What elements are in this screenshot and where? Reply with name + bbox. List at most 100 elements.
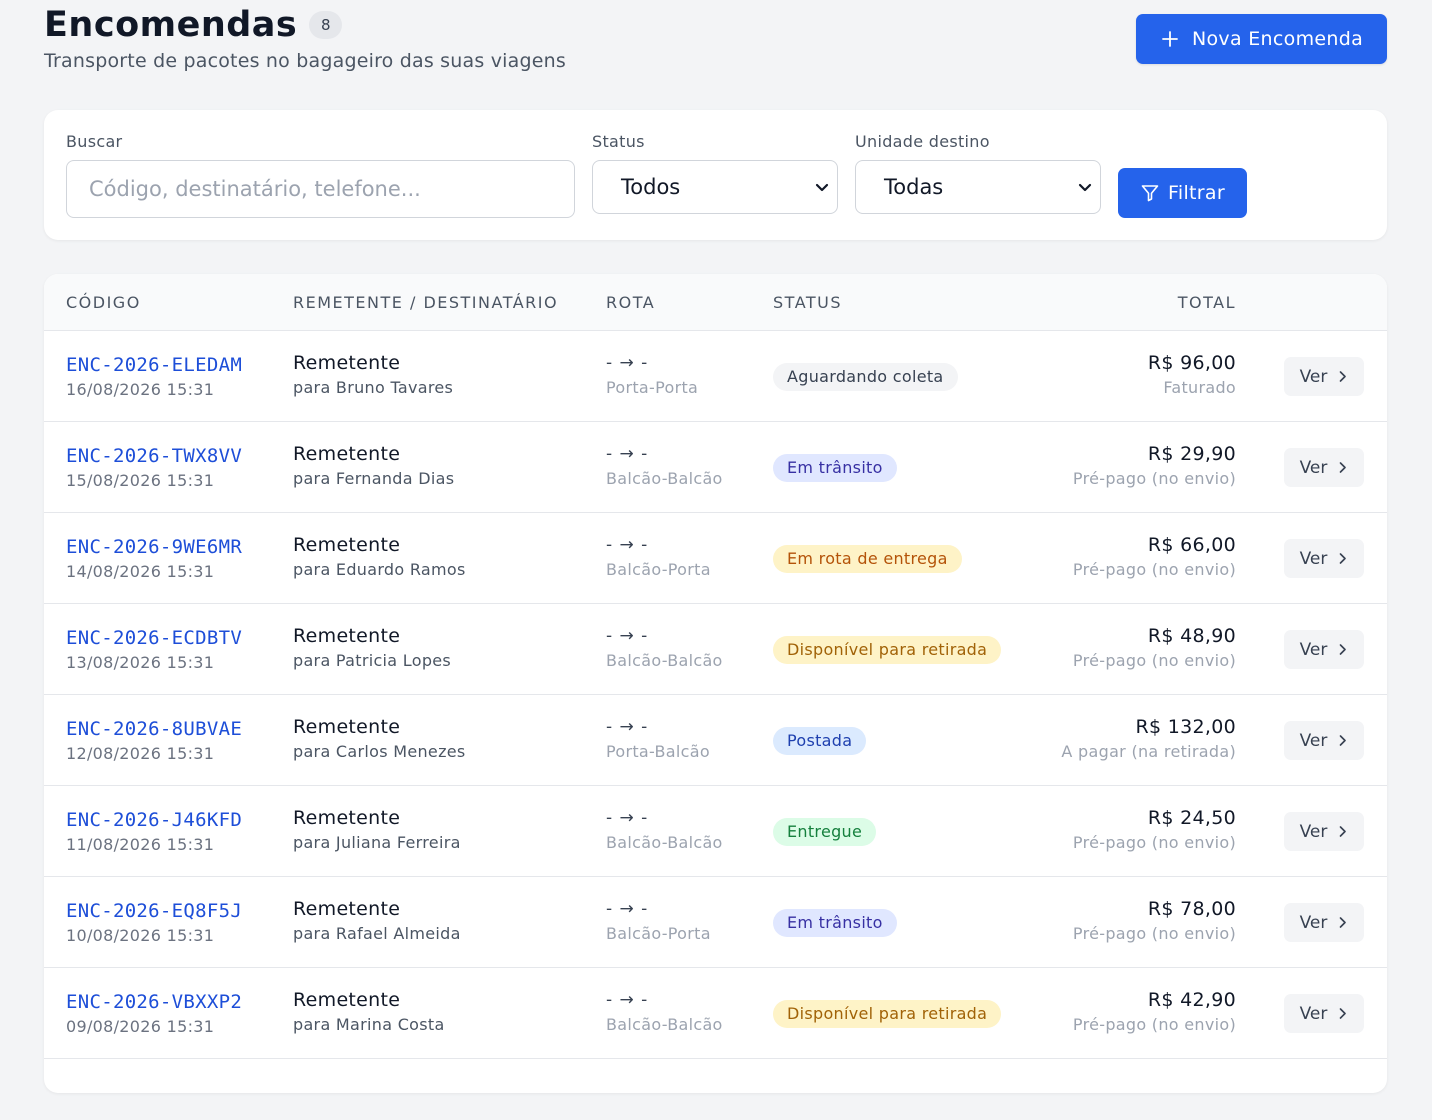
status-cell: Em rota de entrega	[773, 545, 962, 573]
order-code-link[interactable]: ENC-2026-8UBVAE	[66, 718, 242, 740]
payment-method: Pré-pago (no envio)	[1072, 651, 1236, 670]
order-code-link[interactable]: ENC-2026-J46KFD	[66, 809, 242, 831]
route-type: Balcão-Balcão	[606, 651, 723, 670]
total-cell: R$ 96,00 Faturado	[1148, 352, 1236, 397]
filter-button[interactable]: Filtrar	[1118, 168, 1247, 218]
parties-cell: Remetente para Bruno Tavares	[293, 352, 453, 397]
route-path: - → -	[606, 808, 649, 828]
table-row: ENC-2026-J46KFD 11/08/2026 15:31 Remeten…	[44, 786, 1387, 877]
route-type: Porta-Porta	[606, 378, 699, 397]
sender-name: Remetente	[293, 989, 401, 1011]
unit-select[interactable]: Todas	[855, 160, 1101, 214]
order-date: 14/08/2026 15:31	[66, 562, 215, 581]
view-button[interactable]: Ver	[1284, 357, 1364, 396]
route-type: Porta-Balcão	[606, 742, 710, 761]
order-date: 13/08/2026 15:31	[66, 653, 215, 672]
payment-method: Pré-pago (no envio)	[1072, 924, 1236, 943]
view-button[interactable]: Ver	[1284, 903, 1364, 942]
order-date: 12/08/2026 15:31	[66, 744, 215, 763]
recipient-name: para Fernanda Dias	[293, 469, 455, 488]
view-button[interactable]: Ver	[1284, 812, 1364, 851]
route-cell: - → - Balcão-Balcão	[606, 444, 723, 488]
parties-cell: Remetente para Marina Costa	[293, 989, 445, 1034]
new-order-button[interactable]: Nova Encomenda	[1136, 14, 1387, 64]
recipient-name: para Marina Costa	[293, 1015, 445, 1034]
status-select[interactable]: Todos	[592, 160, 838, 214]
total-cell: R$ 132,00 A pagar (na retirada)	[1061, 716, 1236, 761]
status-cell: Disponível para retirada	[773, 1000, 1002, 1028]
parties-cell: Remetente para Eduardo Ramos	[293, 534, 466, 579]
view-button[interactable]: Ver	[1284, 539, 1364, 578]
column-header-code: CÓDIGO	[66, 293, 141, 312]
recipient-name: para Patricia Lopes	[293, 651, 452, 670]
total-amount: R$ 66,00	[1147, 534, 1236, 556]
table-row: ENC-2026-9WE6MR 14/08/2026 15:31 Remeten…	[44, 513, 1387, 604]
count-badge: 8	[309, 11, 343, 39]
total-cell: R$ 42,90 Pré-pago (no envio)	[1073, 989, 1236, 1034]
parties-cell: Remetente para Patricia Lopes	[293, 625, 451, 670]
sender-name: Remetente	[293, 534, 401, 556]
order-code-link[interactable]: ENC-2026-EQ8F5J	[66, 900, 242, 922]
view-button-label: Ver	[1299, 730, 1328, 751]
parties-cell: Remetente para Rafael Almeida	[293, 898, 461, 943]
chevron-right-icon	[1340, 644, 1347, 655]
route-cell: - → - Porta-Porta	[606, 353, 698, 397]
payment-method: Pré-pago (no envio)	[1072, 1015, 1236, 1034]
status-label: Status	[592, 132, 645, 151]
recipient-name: para Carlos Menezes	[293, 742, 466, 761]
chevron-down-icon	[1078, 183, 1092, 192]
parties-cell: Remetente para Carlos Menezes	[293, 716, 466, 761]
status-badge: Postada	[773, 727, 867, 755]
order-code-link[interactable]: ENC-2026-9WE6MR	[66, 536, 242, 558]
chevron-right-icon	[1340, 462, 1347, 473]
search-group: Buscar	[66, 132, 575, 218]
table-row: ENC-2026-ECDBTV 13/08/2026 15:31 Remeten…	[44, 604, 1387, 695]
route-type: Balcão-Balcão	[606, 1015, 723, 1034]
search-label: Buscar	[66, 132, 123, 151]
order-code-link[interactable]: ENC-2026-VBXXP2	[66, 991, 242, 1013]
search-input[interactable]	[66, 160, 575, 218]
status-select-value: Todos	[621, 175, 681, 199]
chevron-right-icon	[1340, 1008, 1347, 1019]
total-amount: R$ 42,90	[1147, 989, 1236, 1011]
order-code-link[interactable]: ENC-2026-ELEDAM	[66, 354, 242, 376]
status-cell: Postada	[773, 727, 867, 755]
view-button-label: Ver	[1299, 366, 1328, 387]
total-amount: R$ 29,90	[1147, 443, 1236, 465]
view-button-label: Ver	[1299, 639, 1328, 660]
order-code-link[interactable]: ENC-2026-ECDBTV	[66, 627, 242, 649]
payment-method: Pré-pago (no envio)	[1072, 560, 1236, 579]
sender-name: Remetente	[293, 716, 401, 738]
route-cell: - → - Balcão-Balcão	[606, 808, 723, 852]
recipient-name: para Eduardo Ramos	[293, 560, 466, 579]
sender-name: Remetente	[293, 443, 401, 465]
status-group: Status Todos	[592, 132, 838, 214]
total-cell: R$ 66,00 Pré-pago (no envio)	[1073, 534, 1236, 579]
payment-method: Faturado	[1163, 378, 1236, 397]
page-title: Encomendas	[44, 5, 298, 45]
code-cell: ENC-2026-J46KFD 11/08/2026 15:31	[66, 809, 242, 854]
filter-button-label: Filtrar	[1168, 182, 1225, 204]
route-type: Balcão-Balcão	[606, 469, 723, 488]
route-path: - → -	[606, 353, 649, 373]
payment-method: A pagar (na retirada)	[1061, 742, 1236, 761]
unit-select-value: Todas	[884, 175, 944, 199]
filter-icon	[1141, 185, 1159, 202]
order-date: 11/08/2026 15:31	[66, 835, 215, 854]
recipient-name: para Bruno Tavares	[293, 378, 454, 397]
view-button[interactable]: Ver	[1284, 721, 1364, 760]
code-cell: ENC-2026-ECDBTV 13/08/2026 15:31	[66, 627, 242, 672]
route-path: - → -	[606, 535, 649, 555]
order-date: 09/08/2026 15:31	[66, 1017, 215, 1036]
route-cell: - → - Balcão-Porta	[606, 899, 711, 943]
route-cell: - → - Balcão-Balcão	[606, 990, 723, 1034]
view-button[interactable]: Ver	[1284, 630, 1364, 669]
route-type: Balcão-Balcão	[606, 833, 723, 852]
order-code-link[interactable]: ENC-2026-TWX8VV	[66, 445, 242, 467]
view-button[interactable]: Ver	[1284, 994, 1364, 1033]
view-button[interactable]: Ver	[1284, 448, 1364, 487]
status-badge: Em rota de entrega	[773, 545, 962, 573]
route-path: - → -	[606, 899, 649, 919]
parties-cell: Remetente para Juliana Ferreira	[293, 807, 461, 852]
route-path: - → -	[606, 444, 649, 464]
